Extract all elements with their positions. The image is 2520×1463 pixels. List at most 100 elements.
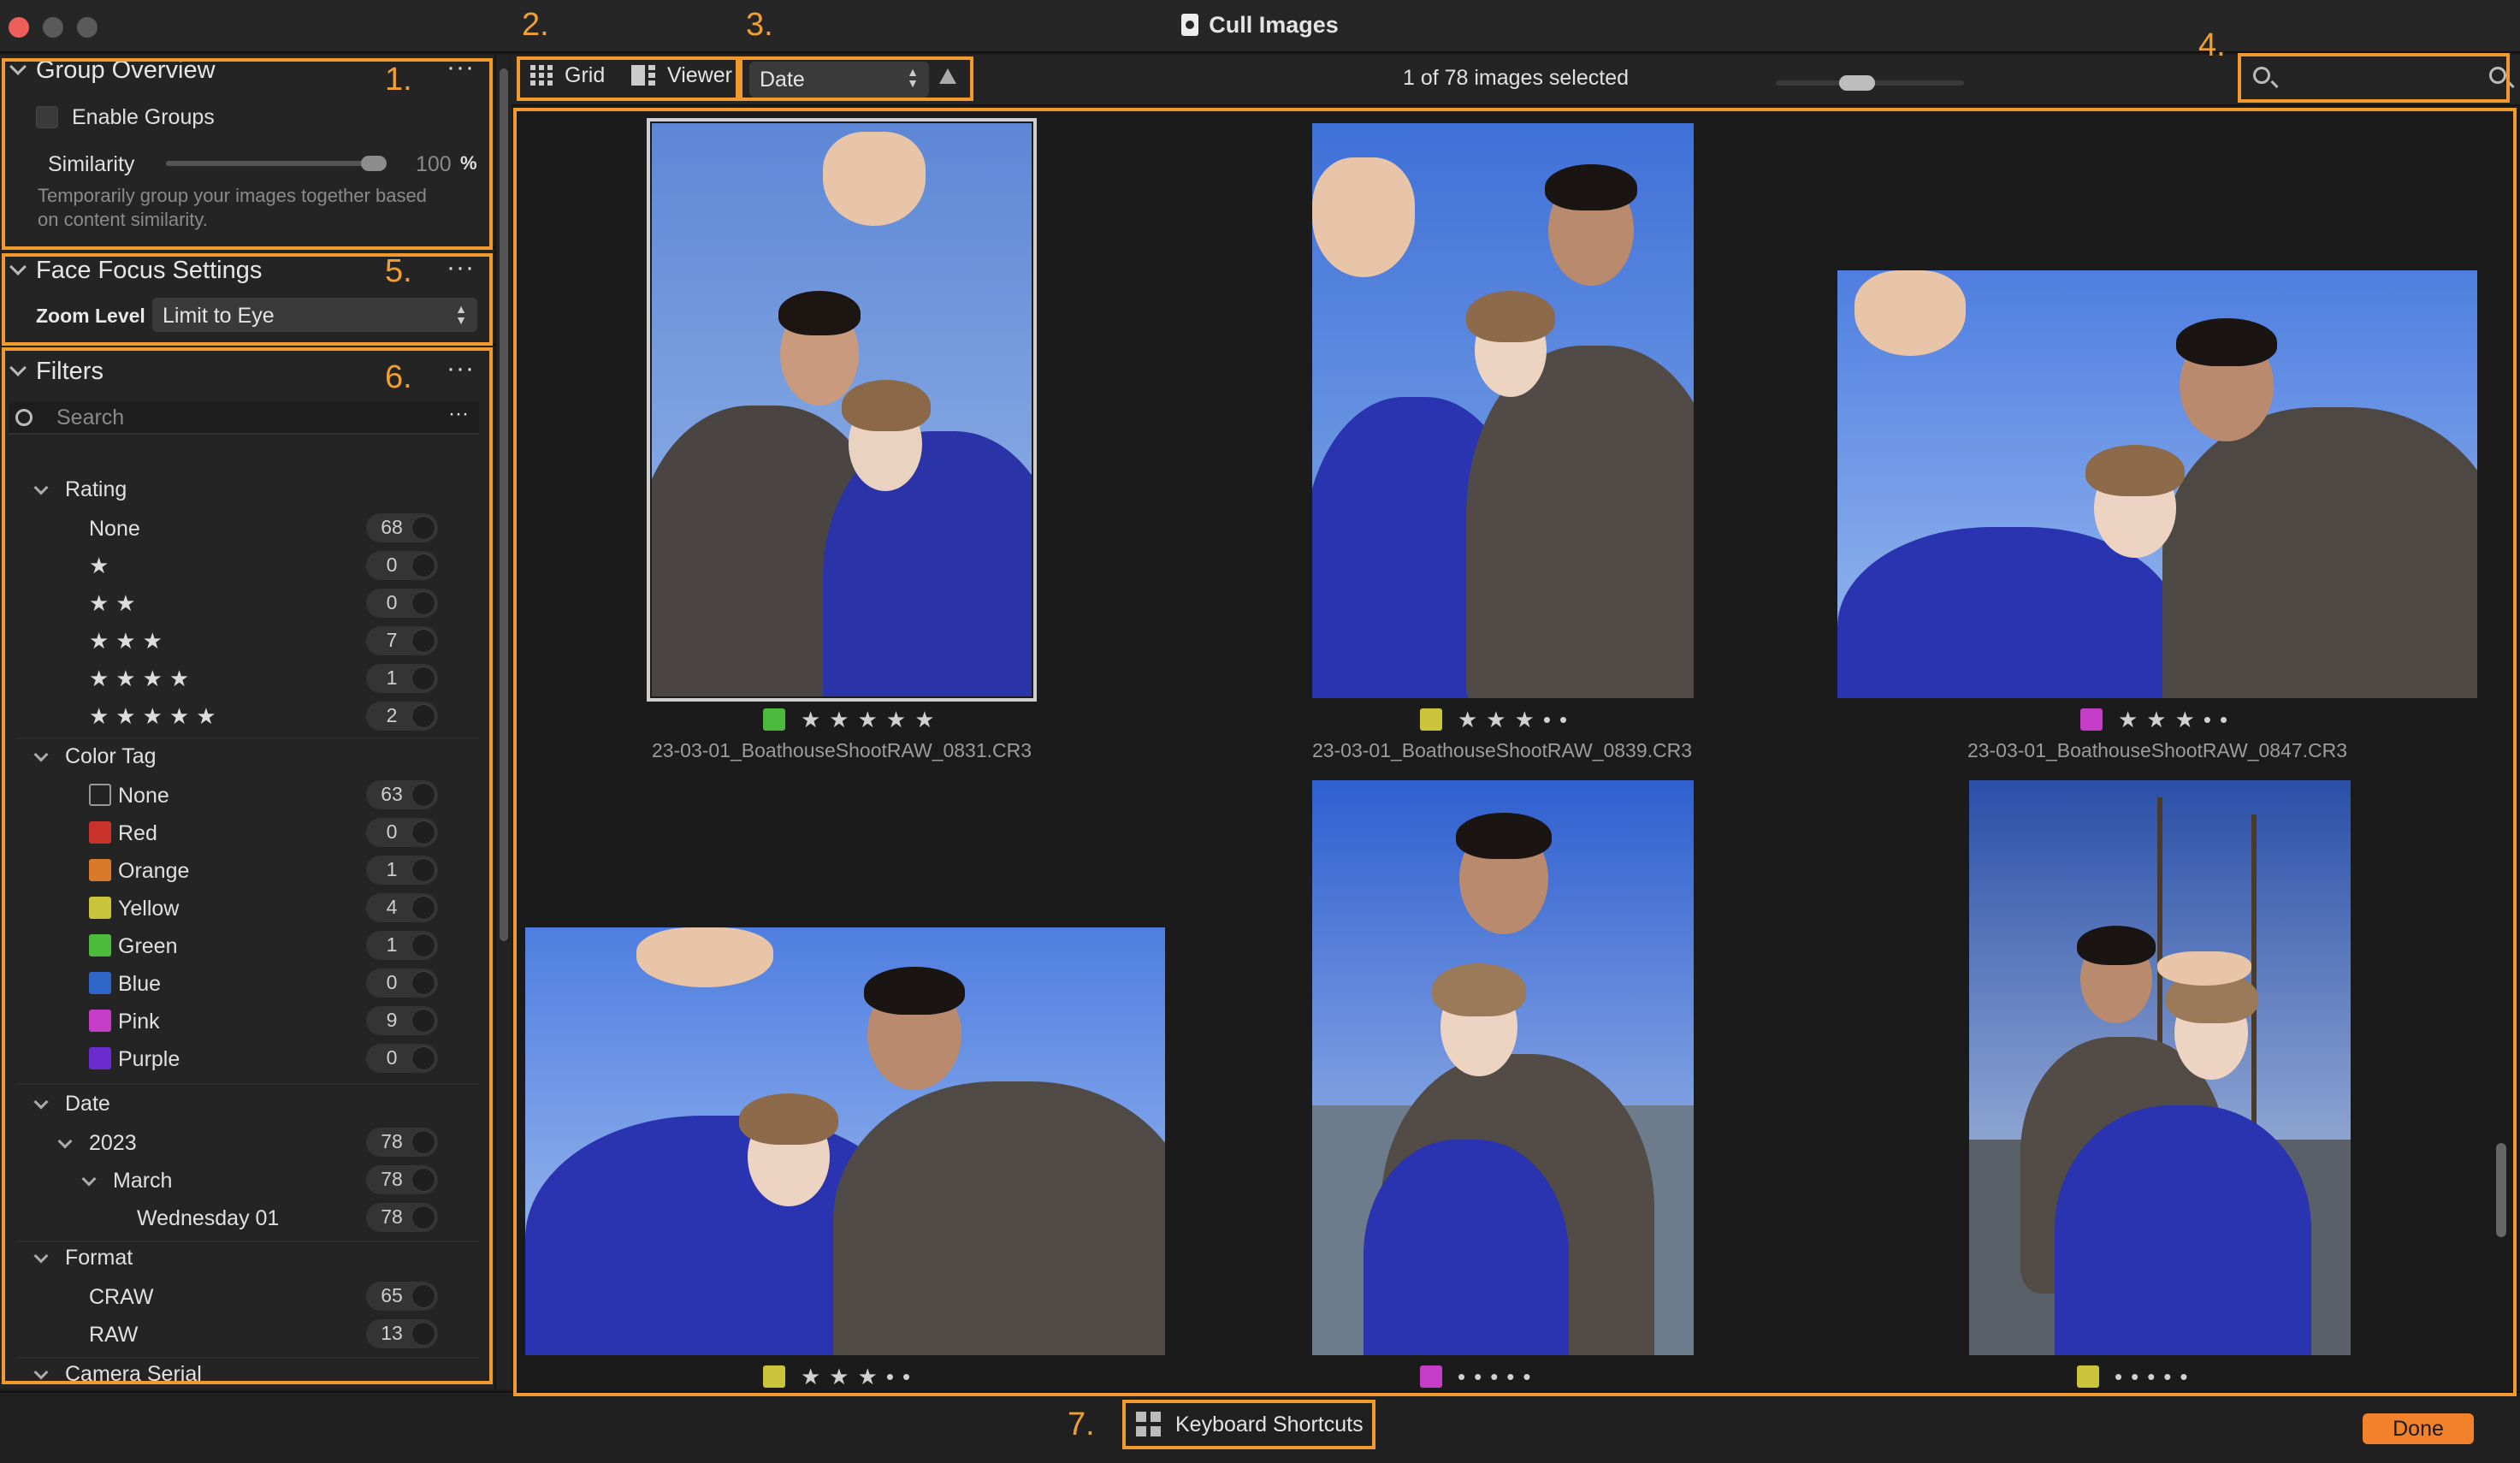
filter-toggle-icon[interactable] (411, 704, 435, 728)
thumbnail[interactable] (1969, 780, 2351, 1355)
rating-4-count[interactable]: 1 (366, 664, 438, 693)
filter-toggle-icon[interactable] (411, 1284, 435, 1308)
rating-1-count[interactable]: 0 (366, 551, 438, 580)
zoom-level-select[interactable]: Limit to Eye ▲ ▼ (152, 298, 477, 332)
color-yellow-count[interactable]: 4 (366, 893, 438, 922)
filter-toggle-icon[interactable] (411, 896, 435, 920)
filters-header[interactable]: Filters (9, 358, 104, 386)
filter-toggle-icon[interactable] (411, 1046, 435, 1070)
rating-5-count[interactable]: 2 (366, 702, 438, 731)
image-color-tag[interactable] (1420, 1365, 1442, 1388)
date-chevron-icon[interactable] (33, 1094, 49, 1110)
chevron-down-icon[interactable] (9, 359, 27, 376)
filter-toggle-icon[interactable] (411, 1205, 435, 1229)
filter-toggle-icon[interactable] (411, 1009, 435, 1033)
color-yellow-label[interactable]: Yellow (118, 897, 179, 921)
camera-serial-chevron-icon[interactable] (33, 1365, 49, 1380)
color-green-label[interactable]: Green (118, 934, 177, 959)
sidebar-scrollbar-thumb[interactable] (500, 68, 508, 941)
thumbnail[interactable] (1837, 270, 2477, 698)
color-red-count[interactable]: 0 (366, 818, 438, 847)
color-none-label[interactable]: None (118, 784, 169, 808)
image-color-tag[interactable] (2077, 1365, 2099, 1388)
filters-more-icon[interactable]: ··· (447, 354, 475, 383)
chevron-down-icon[interactable] (9, 58, 27, 75)
format-raw-label[interactable]: RAW (89, 1323, 138, 1348)
group-overview-header[interactable]: Group Overview (9, 56, 216, 85)
format-chevron-icon[interactable] (33, 1248, 49, 1264)
filter-toggle-icon[interactable] (411, 858, 435, 882)
format-craw-label[interactable]: CRAW (89, 1285, 153, 1310)
rating-4-stars[interactable]: ★★★★ (89, 666, 196, 692)
camera-serial-group-label[interactable]: Camera Serial (65, 1362, 202, 1387)
image-rating[interactable]: ••••• (1458, 1364, 1540, 1389)
search-more-icon[interactable]: ··· (448, 402, 469, 426)
rating-2-count[interactable]: 0 (366, 589, 438, 618)
rating-3-stars[interactable]: ★★★ (89, 628, 169, 654)
similarity-slider-knob[interactable] (361, 156, 387, 171)
rating-5-stars[interactable]: ★★★★★ (89, 703, 223, 730)
similarity-slider[interactable] (166, 161, 385, 166)
color-orange-count[interactable]: 1 (366, 856, 438, 885)
thumbnail[interactable] (647, 118, 1037, 702)
date-day-label[interactable]: Wednesday 01 (137, 1206, 279, 1231)
filter-toggle-icon[interactable] (411, 971, 435, 995)
color-blue-label[interactable]: Blue (118, 972, 161, 997)
image-rating[interactable]: ★★★•• (1458, 707, 1576, 733)
month-chevron-icon[interactable] (81, 1171, 97, 1187)
color-red-label[interactable]: Red (118, 821, 157, 846)
thumbnail[interactable] (1312, 780, 1694, 1355)
date-month-label[interactable]: March (113, 1169, 172, 1194)
zoom-in-icon[interactable] (2487, 65, 2511, 89)
rating-none-count[interactable]: 68 (366, 513, 438, 542)
rating-1-stars[interactable]: ★ (89, 553, 115, 579)
color-blue-count[interactable]: 0 (366, 968, 438, 998)
color-tag-chevron-icon[interactable] (33, 747, 49, 762)
date-day-count[interactable]: 78 (366, 1203, 438, 1232)
filter-toggle-icon[interactable] (411, 933, 435, 957)
date-month-count[interactable]: 78 (366, 1165, 438, 1194)
rating-2-stars[interactable]: ★★ (89, 590, 143, 617)
date-year-count[interactable]: 78 (366, 1128, 438, 1157)
zoom-out-icon[interactable] (2251, 65, 2275, 89)
color-pink-label[interactable]: Pink (118, 1010, 160, 1034)
color-pink-count[interactable]: 9 (366, 1006, 438, 1035)
image-rating[interactable]: ••••• (2115, 1364, 2197, 1389)
filter-toggle-icon[interactable] (411, 820, 435, 844)
image-rating[interactable]: ★★★★★ (801, 707, 944, 733)
filter-toggle-icon[interactable] (411, 1322, 435, 1346)
color-orange-label[interactable]: Orange (118, 859, 189, 884)
date-group-label[interactable]: Date (65, 1092, 110, 1116)
grid-scrollbar-thumb[interactable] (2496, 1143, 2506, 1237)
image-color-tag[interactable] (763, 708, 785, 731)
filter-toggle-icon[interactable] (411, 591, 435, 615)
filter-toggle-icon[interactable] (411, 1130, 435, 1154)
rating-chevron-icon[interactable] (33, 480, 49, 495)
face-focus-header[interactable]: Face Focus Settings (9, 257, 262, 285)
image-color-tag[interactable] (763, 1365, 785, 1388)
thumbnail[interactable] (525, 927, 1165, 1355)
filter-toggle-icon[interactable] (411, 666, 435, 690)
thumbnail-size-knob[interactable] (1839, 75, 1875, 91)
group-overview-more-icon[interactable]: ··· (447, 55, 475, 82)
filter-toggle-icon[interactable] (411, 1168, 435, 1192)
chevron-down-icon[interactable] (9, 258, 27, 275)
thumbnail[interactable] (1312, 123, 1694, 698)
color-purple-count[interactable]: 0 (366, 1044, 438, 1073)
format-group-label[interactable]: Format (65, 1246, 133, 1270)
color-tag-group-label[interactable]: Color Tag (65, 744, 157, 769)
color-purple-label[interactable]: Purple (118, 1047, 180, 1072)
filter-toggle-icon[interactable] (411, 516, 435, 540)
similarity-value[interactable]: 100 (416, 152, 452, 177)
image-color-tag[interactable] (2080, 708, 2103, 731)
done-button[interactable]: Done (2363, 1413, 2474, 1444)
color-green-count[interactable]: 1 (366, 931, 438, 960)
image-rating[interactable]: ★★★•• (801, 1364, 919, 1389)
format-raw-count[interactable]: 13 (366, 1319, 438, 1348)
image-color-tag[interactable] (1420, 708, 1442, 731)
image-rating[interactable]: ★★★•• (2118, 707, 2236, 733)
rating-group-label[interactable]: Rating (65, 477, 127, 502)
filter-toggle-icon[interactable] (411, 783, 435, 807)
rating-3-count[interactable]: 7 (366, 626, 438, 655)
filter-toggle-icon[interactable] (411, 629, 435, 653)
